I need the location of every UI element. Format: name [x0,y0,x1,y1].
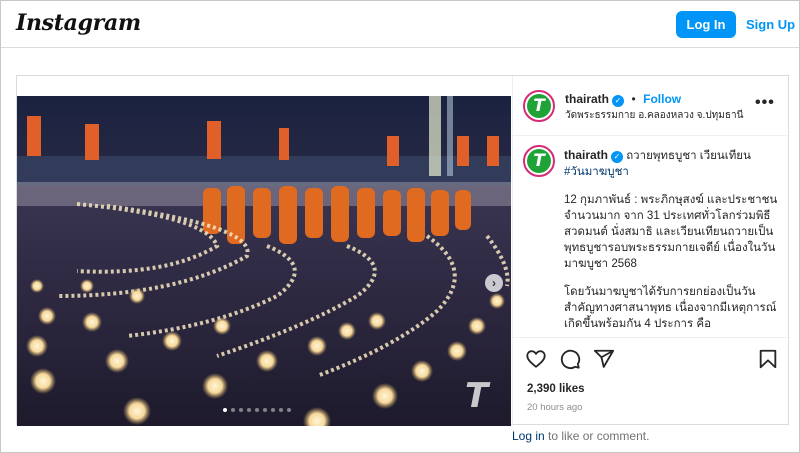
login-prompt: Log in to like or comment. [512,429,649,443]
carousel-dot [287,408,291,412]
carousel-dot [279,408,283,412]
carousel-dot [231,408,235,412]
post-timestamp[interactable]: 20 hours ago [527,402,582,413]
carousel-dot [239,408,243,412]
avatar-logo: T [527,94,551,118]
carousel-dot [255,408,259,412]
post-image[interactable]: T › [17,96,511,426]
caption-paragraph: 12 กุมภาพันธ์ : พระภิกษุสงฆ์ และประชาชนจ… [564,194,778,270]
footer-bar: Log in to like or comment. [16,425,789,447]
bookmark-icon[interactable] [757,348,779,370]
next-arrow-icon[interactable]: › [485,274,503,292]
carousel-dot [271,408,275,412]
thairath-watermark: T [465,376,489,416]
login-button[interactable]: Log In [676,11,736,38]
caption-paragraph: โดยวันมาฆบูชาได้รับการยกย่องเป็นวันสำคัญ… [564,286,777,330]
share-icon[interactable] [593,348,615,370]
verified-badge-icon: ✓ [611,151,624,163]
avatar[interactable]: T [523,90,555,122]
photo-scene [17,96,511,426]
instagram-logo[interactable]: Instagram [16,10,141,36]
caption-hashtag[interactable]: #วันมาฆบูชา [564,166,629,178]
signup-button[interactable]: Sign Up [746,11,795,38]
footer-prompt-text: to like or comment. [544,429,650,443]
verified-badge-icon: ✓ [612,95,625,107]
caption-username[interactable]: thairath [564,148,608,162]
footer-login-link[interactable]: Log in [512,429,545,443]
follow-button[interactable]: Follow [643,92,681,106]
action-bar: 2,390 likes 20 hours ago [513,337,790,426]
comment-icon[interactable] [559,348,581,370]
caption-text: thairath ✓ ถวายพุทธบูชา เวียนเทียน #วันมา… [564,147,782,332]
caption-title: ถวายพุทธบูชา เวียนเทียน [626,150,751,162]
carousel-dot [263,408,267,412]
post-sidebar: T thairath ✓ • Follow วัดพระธรรมกาย อ.คลอ… [512,76,790,426]
avatar-logo: T [527,149,551,173]
post-username[interactable]: thairath [565,92,609,106]
post-header: T thairath ✓ • Follow วัดพระธรรมกาย อ.คลอ… [513,76,790,136]
carousel-dots [223,408,291,412]
top-bar: Instagram Log In Sign Up [1,1,799,48]
carousel-dot [223,408,227,412]
caption-avatar[interactable]: T [523,145,555,177]
carousel-dot [247,408,251,412]
post-location[interactable]: วัดพระธรรมกาย อ.คลองหลวง จ.ปทุมธานี [565,108,743,123]
like-count[interactable]: 2,390 likes [527,383,585,395]
heart-icon[interactable] [525,348,547,370]
post-card: T › T thairath ✓ • Follow วัดพระธรรมกาย อ… [16,75,790,426]
post-caption: T thairath ✓ ถวายพุทธบูชา เวียนเทียน #วัน… [513,137,790,337]
more-options-icon[interactable]: ••• [755,94,775,112]
